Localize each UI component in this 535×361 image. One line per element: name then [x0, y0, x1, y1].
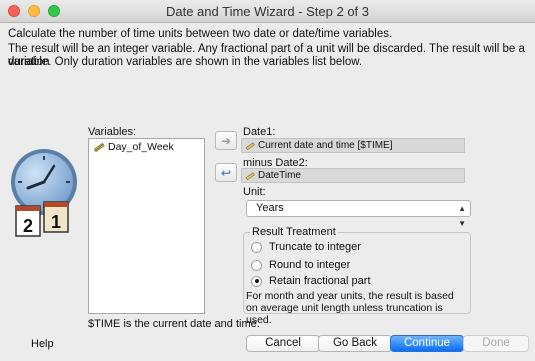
instruction-line-1: Calculate the number of time units betwe… [8, 28, 393, 40]
go-back-button[interactable]: Go Back [318, 335, 392, 352]
date2-value: DateTime [258, 170, 301, 181]
round-label: Round to integer [269, 259, 351, 271]
clock-calendar-illustration: 2 1 [11, 149, 77, 237]
help-button[interactable]: Help [31, 338, 54, 350]
cancel-button[interactable]: Cancel [246, 335, 320, 352]
ruler-pencil-icon [245, 142, 255, 150]
date1-value: Current date and time [$TIME] [258, 140, 393, 151]
truncate-radio[interactable]: Truncate to integer [251, 241, 361, 253]
date1-field[interactable]: Current date and time [$TIME] [241, 138, 465, 153]
unit-label: Unit: [243, 186, 266, 198]
unit-selected-value: Years [256, 202, 284, 214]
ruler-pencil-icon [245, 172, 255, 180]
chevron-up-down-icon: ▲ ▼ [458, 204, 466, 228]
variables-list[interactable]: Day_of_Week [88, 138, 205, 314]
round-radio[interactable]: Round to integer [251, 259, 350, 271]
truncate-label: Truncate to integer [269, 241, 361, 253]
result-treatment-title: Result Treatment [250, 226, 338, 238]
continue-button[interactable]: Continue [390, 335, 464, 352]
result-treatment-note: For month and year units, the result is … [246, 290, 454, 326]
radio-indicator [251, 241, 262, 253]
ruler-pencil-icon [93, 142, 105, 152]
move-to-date2-button[interactable]: ↩ [215, 163, 237, 182]
instruction-line-3: variable. Only duration variables are sh… [8, 56, 363, 68]
calendar-digit-left: 2 [23, 216, 33, 236]
date1-label: Date1: [243, 126, 276, 138]
calendar-digit-right: 1 [51, 212, 61, 232]
retain-fractional-label: Retain fractional part [269, 275, 371, 287]
list-item[interactable]: Day_of_Week [93, 141, 174, 153]
title-bar: Date and Time Wizard - Step 2 of 3 [0, 0, 535, 23]
arrow-right-icon: ➔ [220, 133, 232, 148]
radio-indicator [251, 259, 262, 271]
unit-dropdown[interactable]: Years ▲ ▼ [246, 200, 471, 228]
date2-field[interactable]: DateTime [241, 168, 465, 183]
move-to-date1-button[interactable]: ➔ [215, 131, 237, 150]
variable-name: Day_of_Week [108, 141, 174, 153]
window-title: Date and Time Wizard - Step 2 of 3 [165, 4, 370, 19]
time-footnote: $TIME is the current date and time. [88, 318, 260, 330]
done-button[interactable]: Done [463, 335, 529, 352]
variables-label: Variables: [88, 126, 137, 138]
radio-indicator-selected [251, 275, 262, 287]
retain-fractional-radio[interactable]: Retain fractional part [251, 275, 371, 287]
arrow-left-icon: ↩ [220, 165, 232, 180]
